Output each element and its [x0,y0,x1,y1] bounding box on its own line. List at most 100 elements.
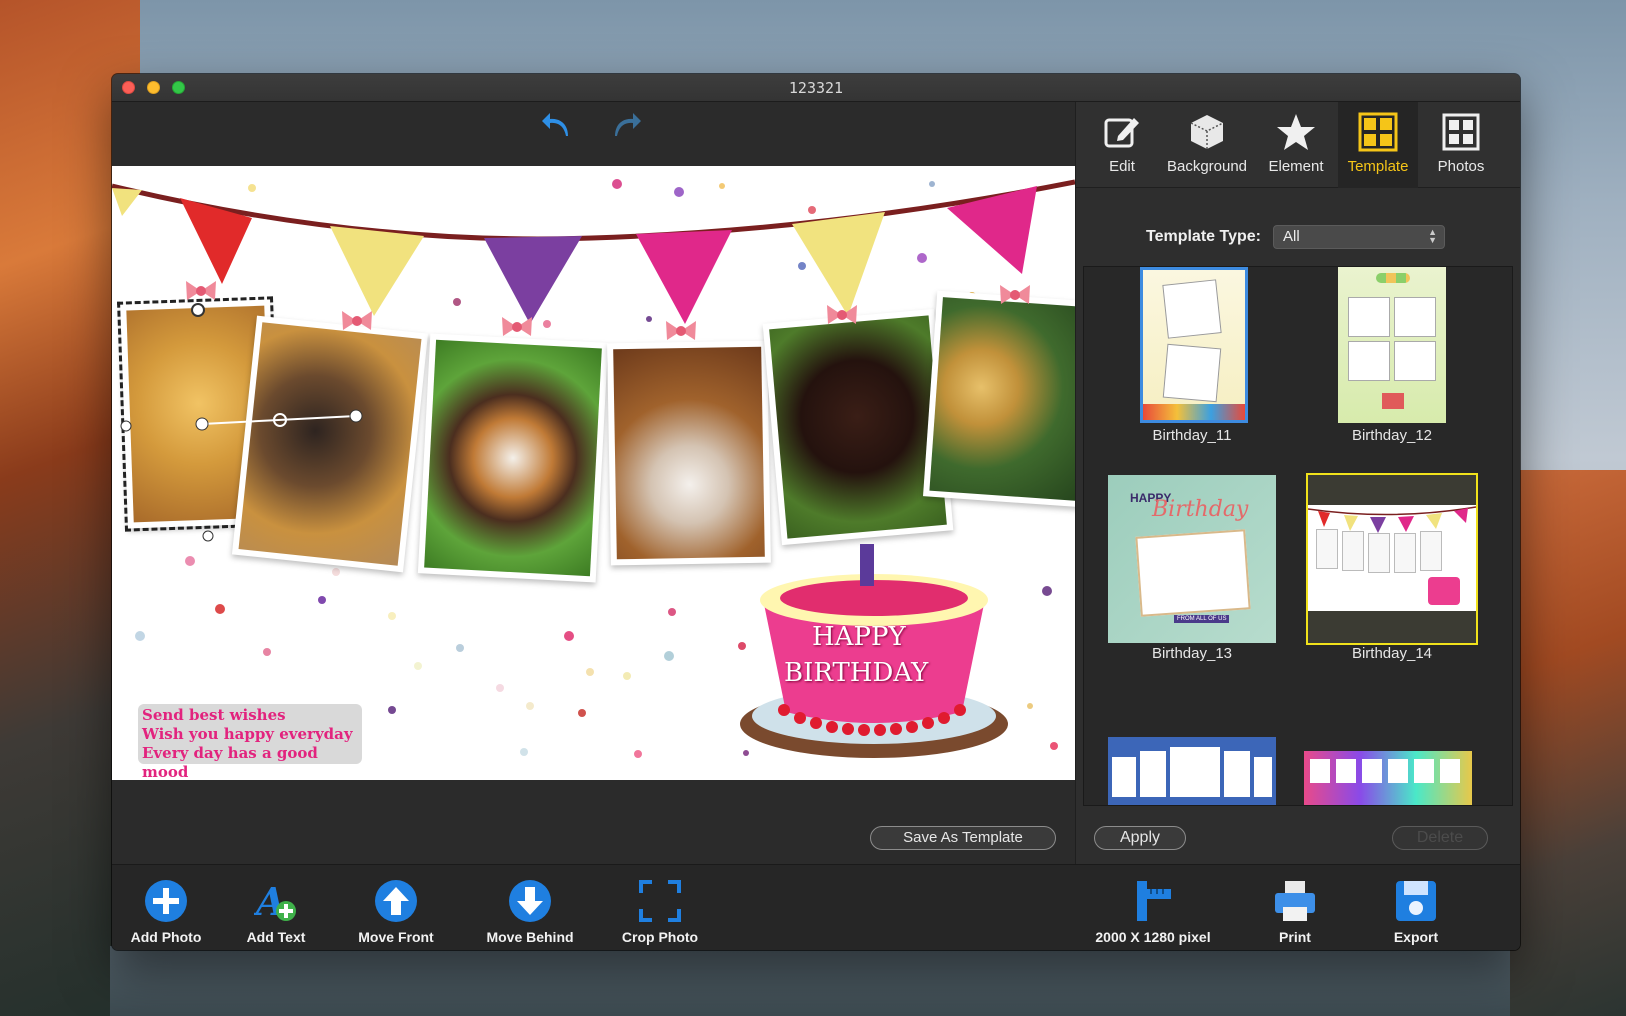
thumb-birthday-text: Birthday [1152,497,1249,522]
crop-frame-icon [639,880,681,922]
crop-photo-button[interactable]: Crop Photo [612,865,708,950]
panel-tabs: Edit Background Element Template Photos [1076,102,1520,188]
tab-edit[interactable]: Edit [1086,102,1158,188]
add-text-icon: A [254,879,296,923]
photo-frame-2[interactable] [231,315,429,573]
export-label: Export [1393,929,1439,945]
tab-template-label: Template [1347,158,1409,175]
bow-3 [502,317,532,336]
desktop-cliff-right [1506,470,1626,1016]
move-front-button[interactable]: Move Front [348,865,444,950]
tab-photos-label: Photos [1437,158,1485,175]
redo-icon [615,113,641,136]
template-type-value: All [1283,228,1300,245]
template-grid: Birthday_11 Birthday_12 HAPPY Birthday F… [1083,266,1513,806]
add-photo-label: Add Photo [130,929,202,945]
caption-text-box[interactable]: Send best wishes Wish you happy everyday… [138,704,362,780]
labrador-dark-image [769,315,947,539]
template-partial-1[interactable] [1108,737,1276,805]
tab-element-label: Element [1268,158,1324,175]
tab-background-label: Background [1166,158,1248,175]
canvas-size-button[interactable]: 2000 X 1280 pixel [1078,865,1228,950]
caption-line-1: Send best wishes [142,706,286,724]
template-birthday-14[interactable]: Birthday_14 [1306,473,1478,675]
select-arrows-icon: ▲ ▼ [1428,227,1437,245]
apply-button[interactable]: Apply [1094,826,1186,850]
pencil-square-icon [1104,118,1139,148]
delete-button: Delete [1392,826,1488,850]
bow-2 [342,311,372,330]
undo-button[interactable] [540,106,576,142]
grid-icon [1358,112,1398,152]
add-text-button[interactable]: A Add Text [238,865,314,950]
tab-template[interactable]: Template [1338,102,1418,188]
thumb-from-text: FROM ALL OF US [1174,615,1230,623]
desktop-valley [110,946,1510,1016]
window-title: 123321 [788,79,844,97]
photo-frame-3[interactable] [417,333,609,583]
template-name: Birthday_14 [1351,645,1433,662]
printer-icon [1275,881,1315,921]
arrow-up-circle-icon [375,880,417,922]
arrow-down-circle-icon [509,880,551,922]
app-window: 123321 HAPPY BIRTHDAY Send best wishes W… [112,74,1520,950]
template-thumbnail: HAPPY Birthday FROM ALL OF US [1108,475,1276,643]
birthday-cake-sticker [740,544,1008,758]
template-type-label: Template Type: [1146,228,1261,245]
print-label: Print [1279,929,1311,945]
move-behind-button[interactable]: Move Behind [476,865,584,950]
photo-frame-6[interactable] [923,290,1075,508]
tab-edit-label: Edit [1109,158,1135,175]
floppy-disk-icon [1396,881,1436,921]
template-thumbnail [1306,473,1478,645]
bottom-toolbar: Add Photo A Add Text Move Front Move Beh… [112,864,1520,950]
undo-icon [542,113,568,136]
photo-frame-4[interactable] [607,340,771,566]
puppy-sleeping-image [238,322,422,566]
template-thumbnail [1140,267,1248,423]
move-behind-label: Move Behind [486,929,574,945]
star-icon [1277,114,1315,150]
cake-text-happy: HAPPY [812,622,906,652]
design-canvas[interactable]: HAPPY BIRTHDAY Send best wishes Wish you… [112,166,1075,780]
template-type-select[interactable]: All ▲ ▼ [1273,225,1445,249]
add-text-label: Add Text [246,929,306,945]
template-thumbnail [1338,267,1446,423]
plus-circle-icon [145,880,187,922]
template-name: Birthday_12 [1351,427,1433,444]
bow-1 [186,281,216,300]
puppy-closeup-image [613,346,765,560]
bow-6 [1000,285,1030,304]
photos-grid-icon [1442,113,1480,151]
redo-button[interactable] [607,106,643,142]
move-front-label: Move Front [358,929,434,945]
export-button[interactable]: Export [1378,865,1454,950]
crop-photo-label: Crop Photo [621,929,699,945]
photo-frame-5[interactable] [762,308,954,546]
cube-icon [1190,115,1224,149]
tab-background[interactable]: Background [1160,102,1254,188]
template-name: Birthday_11 [1152,427,1232,444]
ruler-icon [1137,881,1171,921]
bow-5 [827,305,857,324]
template-birthday-13[interactable]: HAPPY Birthday FROM ALL OF US Birthday_1… [1108,475,1276,675]
editor-area: HAPPY BIRTHDAY Send best wishes Wish you… [112,102,1075,864]
save-as-template-button[interactable]: Save As Template [870,826,1056,850]
bow-4 [666,321,696,340]
template-birthday-11[interactable]: Birthday_11 [1112,267,1272,453]
add-photo-button[interactable]: Add Photo [126,865,206,950]
template-partial-2[interactable] [1304,751,1472,805]
titlebar: 123321 [112,74,1520,102]
template-birthday-12[interactable]: Birthday_12 [1312,267,1472,453]
caption-line-2: Wish you happy everyday [142,725,353,743]
right-panel: Edit Background Element Template Photos … [1075,102,1520,864]
print-button[interactable]: Print [1260,865,1330,950]
beagle-grass-image [424,339,602,577]
tab-element[interactable]: Element [1256,102,1336,188]
template-name: Birthday_13 [1151,645,1233,662]
template-thumbnail [1304,751,1472,805]
tab-photos[interactable]: Photos [1420,102,1502,188]
cake-text-birthday: BIRTHDAY [784,658,929,688]
canvas-size-label: 2000 X 1280 pixel [1095,929,1211,945]
caption-line-3: Every day has a good mood [142,744,318,780]
